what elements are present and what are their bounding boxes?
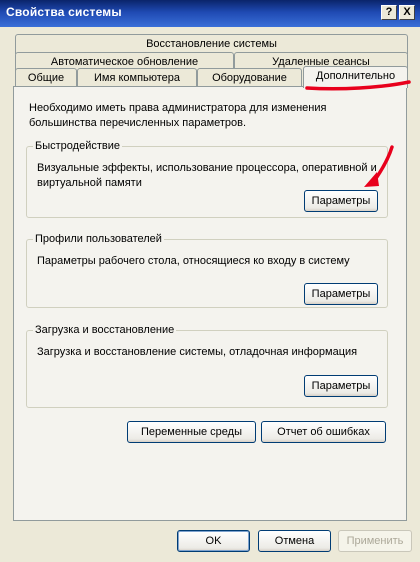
tab-system-restore[interactable]: Восстановление системы [15, 34, 408, 54]
help-button[interactable]: ? [381, 5, 397, 20]
title-bar: Свойства системы ? X [0, 0, 420, 27]
tab-computer-name[interactable]: Имя компьютера [77, 68, 197, 88]
cancel-button[interactable]: Отмена [258, 530, 331, 552]
tab-hardware[interactable]: Оборудование [197, 68, 302, 88]
error-reporting-button[interactable]: Отчет об ошибках [261, 421, 386, 443]
window-title: Свойства системы [6, 5, 122, 19]
performance-settings-button[interactable]: Параметры [304, 190, 378, 212]
startup-recovery-settings-button[interactable]: Параметры [304, 375, 378, 397]
tab-general[interactable]: Общие [15, 68, 77, 88]
ok-button[interactable]: OK [177, 530, 250, 552]
close-button[interactable]: X [399, 5, 415, 20]
performance-description: Визуальные эффекты, использование процес… [37, 162, 377, 189]
apply-button[interactable]: Применить [338, 530, 412, 552]
startup-recovery-group-title: Загрузка и восстановление [33, 323, 177, 337]
environment-variables-button[interactable]: Переменные среды [127, 421, 256, 443]
user-profiles-settings-button[interactable]: Параметры [304, 283, 378, 305]
tab-advanced[interactable]: Дополнительно [303, 66, 408, 88]
startup-recovery-description: Загрузка и восстановление системы, отлад… [37, 346, 358, 358]
user-profiles-group-title: Профили пользователей [33, 232, 164, 246]
admin-notice-text: Необходимо иметь права администратора дл… [29, 102, 327, 129]
user-profiles-description: Параметры рабочего стола, относящиеся ко… [37, 255, 350, 267]
performance-group-title: Быстродействие [33, 139, 122, 153]
